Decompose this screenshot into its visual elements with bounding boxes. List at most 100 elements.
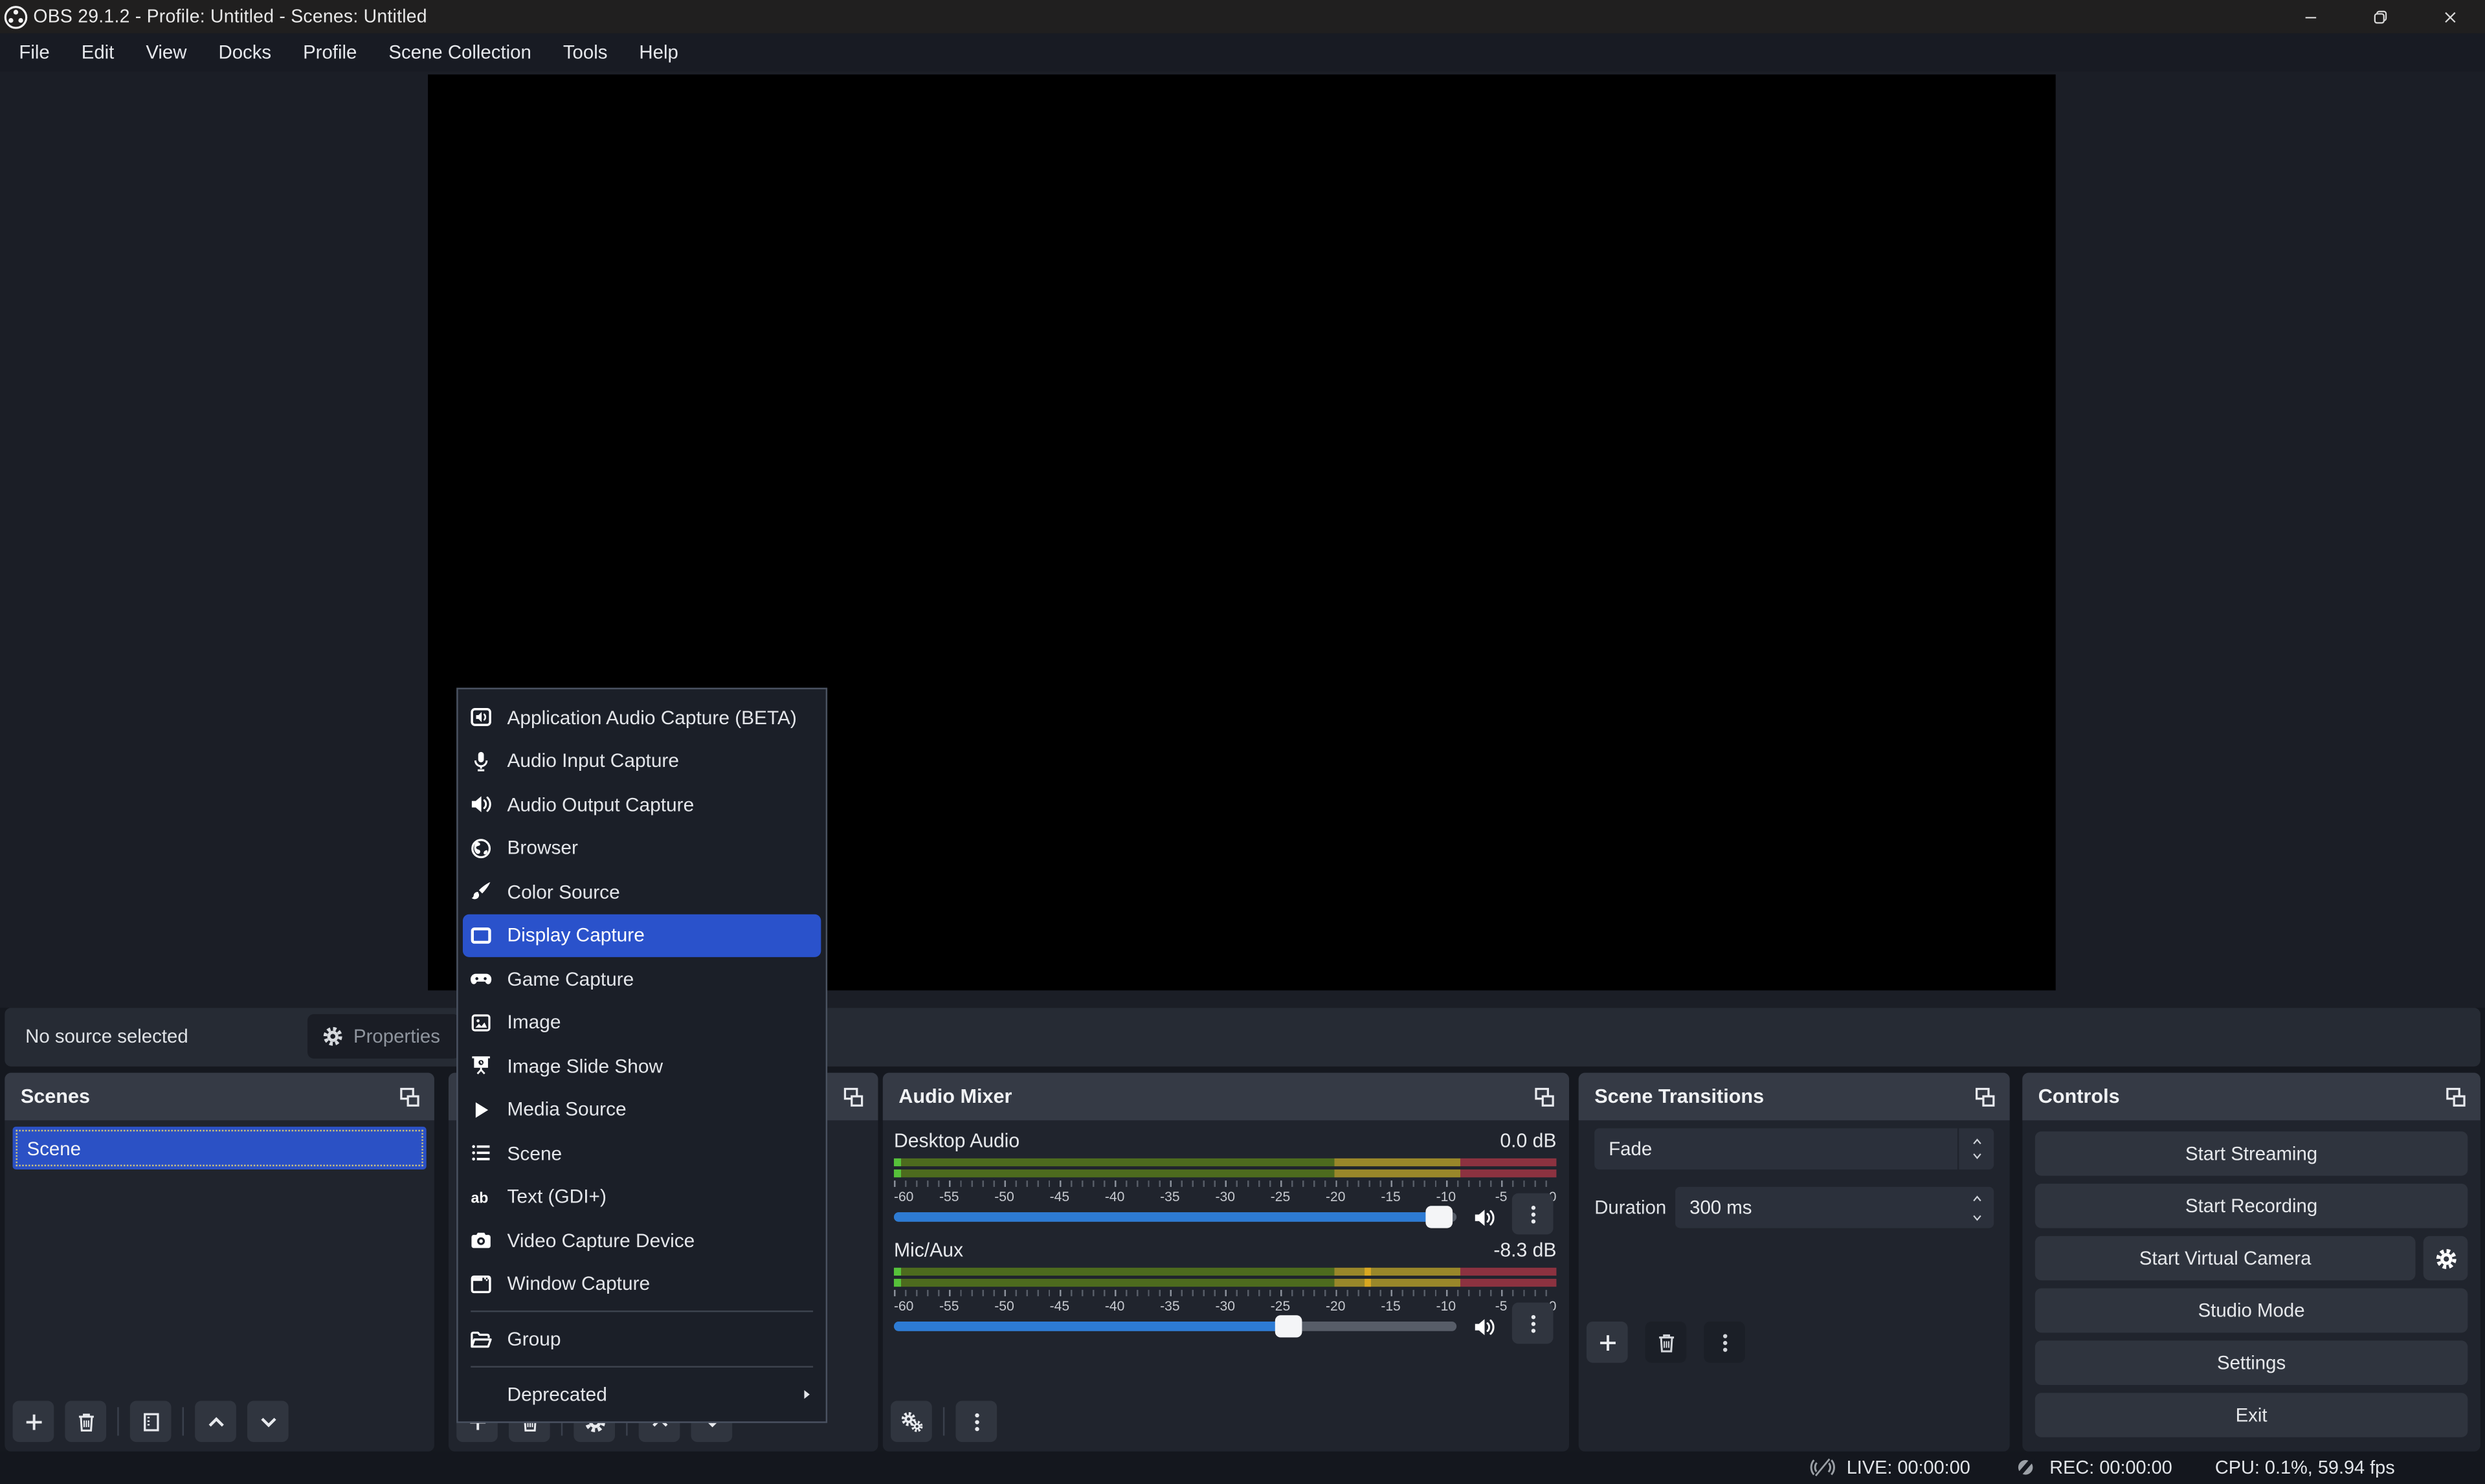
virtual-camera-config-button[interactable] <box>2424 1236 2468 1281</box>
monitor-icon <box>469 924 493 947</box>
menu-item-media-source[interactable]: Media Source <box>458 1088 826 1131</box>
meter-tick-marks <box>894 1289 1556 1296</box>
menu-item-text-gdi[interactable]: Text (GDI+) <box>458 1175 826 1219</box>
channel-menu-button[interactable] <box>1512 1303 1554 1344</box>
exit-button[interactable]: Exit <box>2035 1393 2468 1437</box>
scale-label: -5 <box>1495 1297 1508 1312</box>
menu-item-display-capture[interactable]: Display Capture <box>463 914 821 957</box>
globe-icon <box>469 836 493 860</box>
menu-item-label: Image <box>507 1012 561 1034</box>
mixer-popout-button[interactable] <box>1530 1082 1558 1111</box>
scale-label: -10 <box>1436 1188 1456 1203</box>
remove-transition-button[interactable] <box>1645 1322 1687 1363</box>
menubar-item-help[interactable]: Help <box>623 33 694 71</box>
menu-item-game-capture[interactable]: Game Capture <box>458 957 826 1001</box>
scene-transitions-panel: Scene Transitions Fade Duration 300 ms <box>1579 1073 2010 1452</box>
transition-menu-button[interactable] <box>1704 1322 1745 1363</box>
gear-icon <box>2434 1246 2458 1270</box>
settings-button[interactable]: Settings <box>2035 1340 2468 1385</box>
scene-item-label: Scene <box>27 1137 81 1159</box>
volume-slider-fill <box>894 1212 1440 1222</box>
scale-label: -5 <box>1495 1188 1508 1203</box>
menu-item-video-capture-device[interactable]: Video Capture Device <box>458 1219 826 1262</box>
scenes-popout-button[interactable] <box>395 1082 423 1111</box>
minimize-button[interactable] <box>2276 0 2346 33</box>
volume-slider[interactable] <box>894 1212 1456 1222</box>
remove-scene-button[interactable] <box>65 1401 106 1442</box>
chevron-down-icon <box>256 1410 280 1434</box>
transition-select[interactable]: Fade <box>1594 1128 1994 1169</box>
channel-menu-button[interactable] <box>1512 1193 1554 1235</box>
controls-popout-button[interactable] <box>2441 1082 2469 1111</box>
volume-slider-handle[interactable] <box>1275 1316 1302 1337</box>
mute-toggle-button[interactable] <box>1471 1204 1496 1230</box>
menu-item-label: Application Audio Capture (BETA) <box>507 706 797 728</box>
menubar-item-docks[interactable]: Docks <box>203 33 287 71</box>
menu-item-group[interactable]: Group <box>458 1318 826 1361</box>
rec-status: REC: 00:00:00 <box>2013 1456 2172 1481</box>
menu-item-label: Scene <box>507 1142 563 1164</box>
scene-list-icon <box>469 1142 493 1166</box>
speaker-icon <box>1471 1315 1495 1339</box>
mute-toggle-button[interactable] <box>1471 1314 1496 1339</box>
duration-spinbox[interactable]: 300 ms <box>1675 1187 1994 1228</box>
move-scene-up-button[interactable] <box>195 1401 236 1442</box>
menubar-item-profile[interactable]: Profile <box>287 33 373 71</box>
studio-mode-button[interactable]: Studio Mode <box>2035 1289 2468 1333</box>
menubar-item-view[interactable]: View <box>130 33 203 71</box>
trash-icon <box>74 1410 98 1434</box>
scale-label: -60 <box>894 1188 913 1203</box>
scale-label: -40 <box>1105 1188 1124 1203</box>
gamepad-icon <box>469 967 493 991</box>
menu-item-window-capture[interactable]: Window Capture <box>458 1262 826 1305</box>
add-transition-button[interactable] <box>1587 1322 1628 1363</box>
sources-popout-button[interactable] <box>838 1082 867 1111</box>
scenes-panel: Scenes Scene <box>5 1073 434 1452</box>
properties-button[interactable]: Properties <box>307 1014 459 1059</box>
mixer-channel-desktop-audio: Desktop Audio0.0 dB-60-55-50-45-40-35-30… <box>894 1128 1556 1233</box>
plus-icon <box>21 1410 45 1434</box>
cpu-status: CPU: 0.1%, 59.94 fps <box>2215 1457 2395 1479</box>
volume-slider-handle[interactable] <box>1426 1206 1453 1228</box>
peak-indicator <box>1365 1278 1372 1287</box>
start-virtual-camera-button[interactable]: Start Virtual Camera <box>2035 1236 2416 1281</box>
icon-placeholder <box>469 1382 493 1406</box>
scene-filters-button[interactable] <box>130 1401 172 1442</box>
start-streaming-button[interactable]: Start Streaming <box>2035 1131 2468 1176</box>
window-buttons <box>2276 0 2485 33</box>
scale-label: -35 <box>1160 1188 1179 1203</box>
menubar-item-scene-collection[interactable]: Scene Collection <box>373 33 547 71</box>
volume-slider[interactable] <box>894 1322 1456 1331</box>
move-scene-down-button[interactable] <box>247 1401 289 1442</box>
menubar-item-file[interactable]: File <box>3 33 65 71</box>
menu-item-audio-input-capture[interactable]: Audio Input Capture <box>458 739 826 782</box>
start-recording-button[interactable]: Start Recording <box>2035 1184 2468 1228</box>
add-scene-button[interactable] <box>13 1401 54 1442</box>
menu-item-application-audio-capture-beta[interactable]: Application Audio Capture (BETA) <box>458 696 826 739</box>
menu-item-color-source[interactable]: Color Source <box>458 870 826 913</box>
live-status: LIVE: 00:00:00 <box>1810 1456 1970 1481</box>
menu-item-image[interactable]: Image <box>458 1001 826 1044</box>
dots-vertical-icon <box>964 1410 988 1434</box>
restore-button[interactable] <box>2346 0 2416 33</box>
transition-select-carets[interactable] <box>1959 1136 1994 1162</box>
duration-spin-carets[interactable] <box>1959 1192 1994 1223</box>
menubar-item-edit[interactable]: Edit <box>65 33 130 71</box>
menu-item-image-slide-show[interactable]: Image Slide Show <box>458 1045 826 1088</box>
workspace <box>0 71 2485 1007</box>
close-button[interactable] <box>2416 0 2485 33</box>
channel-name: Mic/Aux <box>894 1239 963 1261</box>
advanced-audio-button[interactable] <box>891 1401 932 1442</box>
dots-vertical-icon <box>1521 1311 1544 1335</box>
toolbar-separator <box>117 1407 118 1435</box>
menu-item-scene[interactable]: Scene <box>458 1131 826 1175</box>
popout-icon <box>1972 1085 1996 1109</box>
menu-item-audio-output-capture[interactable]: Audio Output Capture <box>458 783 826 826</box>
mixer-menu-button[interactable] <box>955 1401 997 1442</box>
menu-item-deprecated[interactable]: Deprecated <box>458 1373 826 1416</box>
menubar-item-tools[interactable]: Tools <box>547 33 623 71</box>
menu-item-browser[interactable]: Browser <box>458 826 826 870</box>
transitions-popout-button[interactable] <box>1970 1082 1998 1111</box>
channel-header: Mic/Aux-8.3 dB <box>894 1237 1556 1261</box>
scene-list-item[interactable]: Scene <box>13 1127 427 1169</box>
